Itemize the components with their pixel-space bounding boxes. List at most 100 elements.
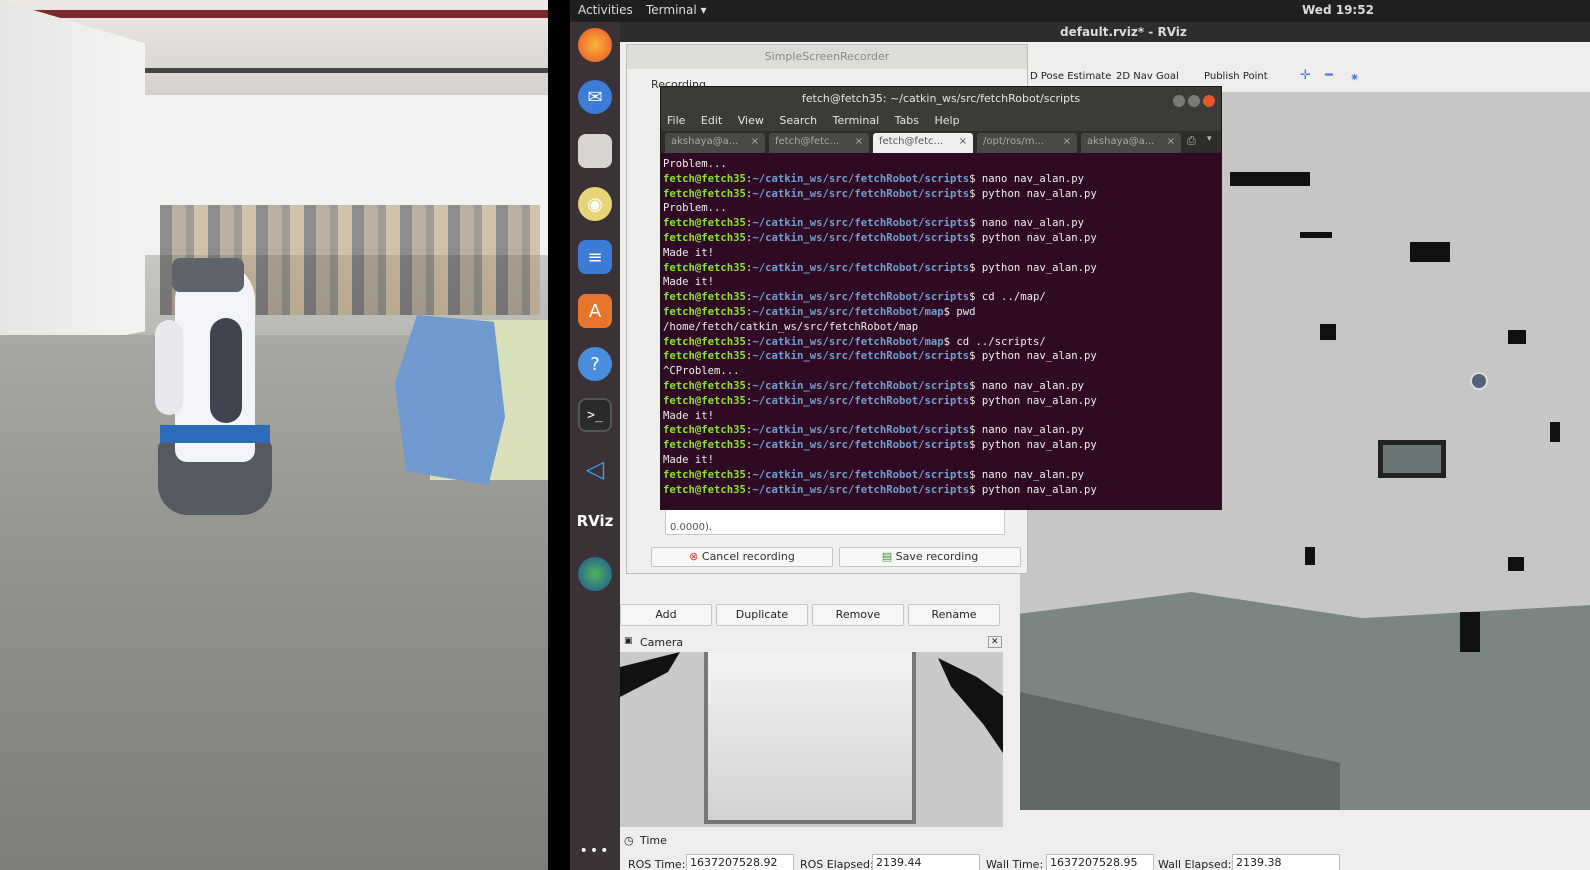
map-obstacle bbox=[1300, 232, 1332, 238]
clock[interactable]: Wed 19:52 bbox=[1302, 3, 1374, 17]
terminal-line: Problem... bbox=[663, 157, 1219, 172]
ros-time-field[interactable]: 1637207528.92 bbox=[686, 854, 794, 870]
tab-akshaya-1[interactable]: akshaya@a... × bbox=[665, 133, 765, 153]
close-tab-icon[interactable]: × bbox=[1063, 133, 1071, 151]
rviz-title: default.rviz* - RViz bbox=[620, 22, 1590, 42]
wall-time-field[interactable]: 1637207528.95 bbox=[1046, 854, 1154, 870]
command-text: $ python nav_alan.py bbox=[969, 187, 1097, 200]
terminal-output[interactable]: Problem... fetch@fetch35:~/catkin_ws/src/… bbox=[661, 155, 1221, 509]
close-tab-icon[interactable]: × bbox=[959, 133, 967, 151]
close-icon[interactable]: ✕ bbox=[988, 636, 1002, 648]
terminal-title: fetch@fetch35: ~/catkin_ws/src/fetchRobo… bbox=[801, 92, 1081, 105]
menu-view[interactable]: View bbox=[738, 114, 764, 127]
close-icon[interactable] bbox=[1203, 95, 1215, 107]
tab-fetch-2[interactable]: fetch@fetc... × bbox=[873, 133, 973, 153]
tab-fetch-1[interactable]: fetch@fetc... × bbox=[769, 133, 869, 153]
terminal-line: fetch@fetch35:~/catkin_ws/src/fetchRobot… bbox=[663, 231, 1219, 246]
camera-view bbox=[620, 652, 1003, 827]
close-tab-icon[interactable]: × bbox=[751, 133, 759, 151]
terminal-line: fetch@fetch35:~/catkin_ws/src/fetchRobot… bbox=[663, 216, 1219, 231]
map-obstacle bbox=[1550, 422, 1560, 442]
publish-point-tool[interactable]: Publish Point bbox=[1204, 71, 1268, 82]
map-obstacle bbox=[1460, 612, 1480, 652]
command-text: $ python nav_alan.py bbox=[969, 261, 1097, 274]
menu-search[interactable]: Search bbox=[779, 114, 817, 127]
chevron-down-icon[interactable]: ▾ bbox=[1207, 134, 1212, 144]
menu-tabs[interactable]: Tabs bbox=[895, 114, 919, 127]
map-obstacle bbox=[1230, 172, 1310, 186]
zoom-in-icon[interactable]: ✛ bbox=[1300, 68, 1311, 83]
tab-label: /opt/ros/m... bbox=[983, 136, 1044, 147]
terminal-line: fetch@fetch35:~/catkin_ws/src/fetchRobot… bbox=[663, 335, 1219, 350]
terminal-window[interactable]: fetch@fetch35: ~/catkin_ws/src/fetchRobo… bbox=[660, 86, 1222, 510]
terminal-output-text: ^CProblem... bbox=[663, 365, 740, 378]
robot-head bbox=[172, 258, 244, 292]
terminal-line: ^CProblem... bbox=[663, 364, 1219, 379]
rviz-icon[interactable]: RViz bbox=[577, 504, 614, 538]
thunderbird-icon[interactable]: ✉ bbox=[578, 80, 612, 114]
rename-button[interactable]: Rename bbox=[908, 604, 1000, 626]
wall-elapsed-field[interactable]: 2139.38 bbox=[1232, 854, 1340, 870]
robot-band bbox=[160, 425, 270, 443]
globe-icon[interactable] bbox=[578, 557, 612, 591]
terminal-output-text: Made it! bbox=[663, 409, 715, 422]
command-text: $ python nav_alan.py bbox=[969, 394, 1097, 407]
firefox-icon[interactable] bbox=[578, 28, 612, 62]
writer-icon[interactable]: ≡ bbox=[578, 240, 612, 274]
terminal-line: fetch@fetch35:~/catkin_ws/src/fetchRobot… bbox=[663, 172, 1219, 187]
map-obstacle bbox=[1508, 557, 1524, 571]
duplicate-button[interactable]: Duplicate bbox=[716, 604, 808, 626]
prompt-path: ~/catkin_ws/src/fetchRobot/scripts bbox=[752, 172, 970, 185]
rhythmbox-icon[interactable]: ◉ bbox=[578, 187, 612, 221]
prompt-user: fetch@fetch35 bbox=[663, 350, 746, 363]
terminal-icon[interactable]: >_ bbox=[578, 398, 612, 432]
command-text: $ cd ../scripts/ bbox=[943, 335, 1046, 348]
new-tab-icon[interactable]: ⎙ bbox=[1187, 134, 1196, 148]
tab-opt-ros[interactable]: /opt/ros/m... × bbox=[977, 133, 1077, 153]
wall-time-label: Wall Time: bbox=[986, 858, 1044, 870]
software-center-icon[interactable]: A bbox=[578, 294, 612, 328]
robot-face-panel bbox=[210, 318, 242, 423]
prompt-path: ~/catkin_ws/src/fetchRobot/scripts bbox=[752, 187, 970, 200]
pose-estimate-tool[interactable]: D Pose Estimate bbox=[1030, 71, 1111, 82]
cancel-recording-button[interactable]: ⊗ Cancel recording bbox=[651, 547, 833, 567]
help-icon[interactable]: ? bbox=[578, 347, 612, 381]
tab-akshaya-2[interactable]: akshaya@a... × bbox=[1081, 133, 1181, 153]
maximize-icon[interactable] bbox=[1188, 95, 1200, 107]
minimize-icon[interactable] bbox=[1173, 95, 1185, 107]
tab-label: fetch@fetc... bbox=[879, 136, 944, 147]
remove-button[interactable]: Remove bbox=[812, 604, 904, 626]
ros-elapsed-field[interactable]: 2139.44 bbox=[872, 854, 980, 870]
app-menu[interactable]: Terminal ▾ bbox=[646, 3, 707, 17]
prompt-path: ~/catkin_ws/src/fetchRobot/scripts bbox=[752, 217, 970, 230]
add-button[interactable]: Add bbox=[620, 604, 712, 626]
command-text: $ python nav_alan.py bbox=[969, 350, 1097, 363]
camera-obstacle bbox=[938, 658, 1003, 753]
close-tab-icon[interactable]: × bbox=[855, 133, 863, 151]
activities-button[interactable]: Activities bbox=[578, 3, 633, 17]
files-icon[interactable] bbox=[578, 134, 612, 168]
app-grid-icon[interactable]: ••• bbox=[578, 834, 612, 868]
menu-file[interactable]: File bbox=[667, 114, 685, 127]
prompt-path: ~/catkin_ws/src/fetchRobot/scripts bbox=[752, 379, 970, 392]
terminal-line: Made it! bbox=[663, 453, 1219, 468]
menu-edit[interactable]: Edit bbox=[701, 114, 722, 127]
nav-goal-tool[interactable]: 2D Nav Goal bbox=[1116, 71, 1179, 82]
prompt-user: fetch@fetch35 bbox=[663, 394, 746, 407]
save-icon: ▤ bbox=[881, 550, 893, 563]
command-text: $ nano nav_alan.py bbox=[969, 468, 1084, 481]
menu-terminal[interactable]: Terminal bbox=[833, 114, 880, 127]
window-controls bbox=[1170, 92, 1215, 116]
terminal-line: fetch@fetch35:~/catkin_ws/src/fetchRobot… bbox=[663, 468, 1219, 483]
menu-help[interactable]: Help bbox=[935, 114, 960, 127]
cancel-recording-label: Cancel recording bbox=[701, 550, 795, 563]
prompt-user: fetch@fetch35 bbox=[663, 379, 746, 392]
map-obstacle bbox=[1410, 242, 1450, 262]
zoom-out-icon[interactable]: ━ bbox=[1325, 68, 1333, 83]
save-recording-button[interactable]: ▤ Save recording bbox=[839, 547, 1021, 567]
command-text: $ nano nav_alan.py bbox=[969, 217, 1084, 230]
rviz-toolbar: D Pose Estimate 2D Nav Goal Publish Poin… bbox=[1020, 68, 1590, 88]
focus-icon[interactable]: ✷ bbox=[1350, 71, 1359, 84]
close-tab-icon[interactable]: × bbox=[1167, 133, 1175, 151]
vscode-icon[interactable]: ◁ bbox=[578, 452, 612, 486]
